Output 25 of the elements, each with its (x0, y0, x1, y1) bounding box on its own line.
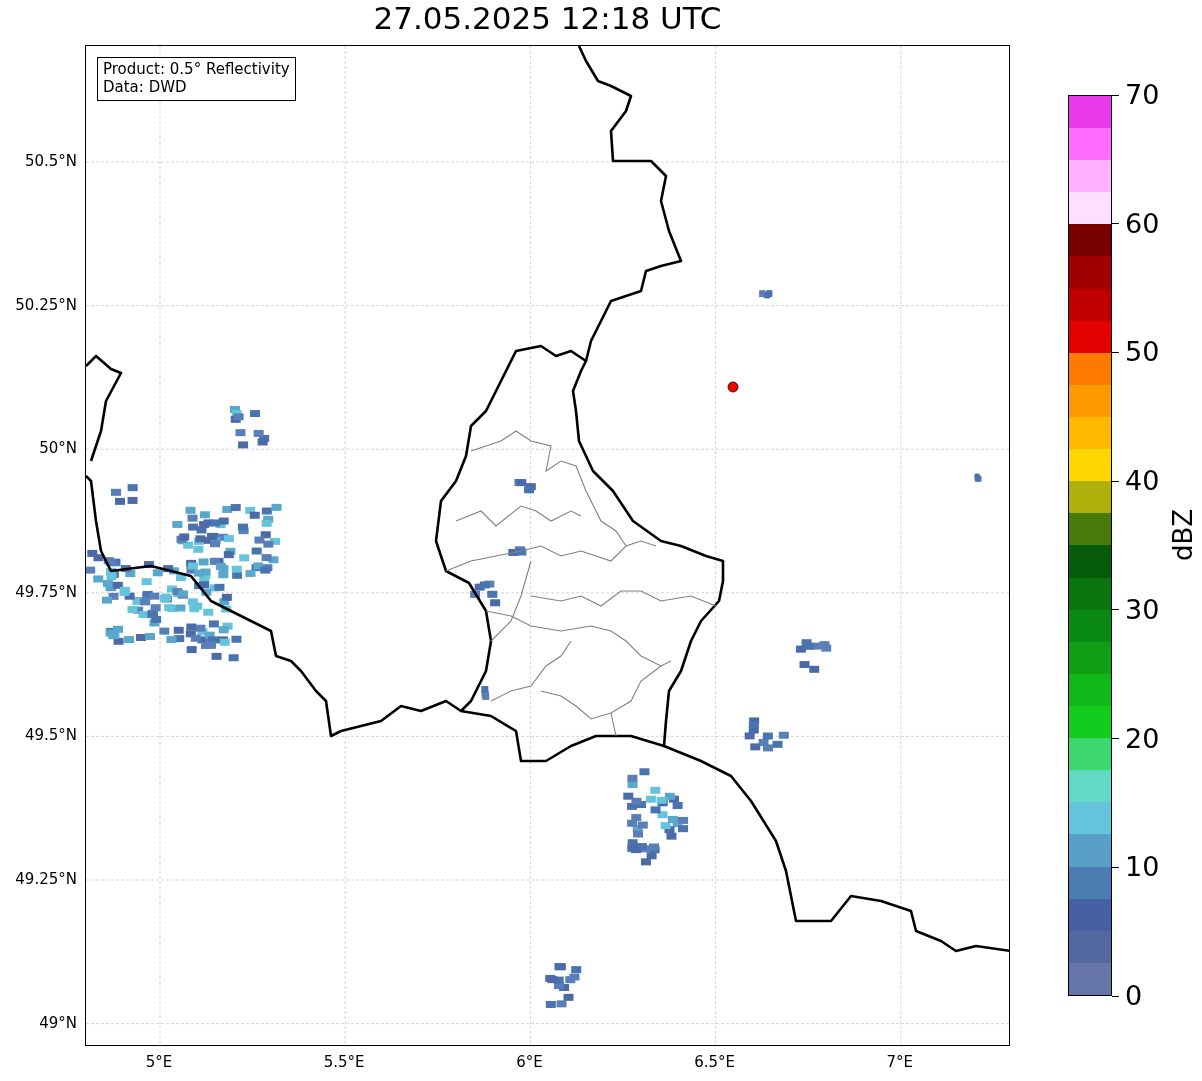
colorbar-tick-label: 10 (1125, 852, 1160, 883)
latitude-label: 50.5°N (24, 152, 77, 170)
longitude-label: 7°E (886, 1053, 914, 1071)
info-text: Data: DWD (103, 78, 188, 96)
latitude-label: 50°N (39, 439, 77, 458)
longitude-label: 5°E (145, 1053, 173, 1071)
colorbar-tick-label: 40 (1125, 466, 1160, 497)
colorbar-tick-label: 50 (1125, 337, 1160, 368)
latitude-label: 49°N (39, 1013, 77, 1032)
latitude-label: 49.5°N (24, 726, 77, 745)
colorbar-tick-label: 30 (1125, 594, 1160, 625)
colorbar-tick-label: 60 (1125, 208, 1160, 239)
info-text: Product: 0.5° Reflectivity (103, 60, 290, 78)
latitude-label: 49.75°N (15, 582, 77, 601)
chart-title: 27.05.2025 12:18 UTC (372, 0, 723, 38)
longitude-label: 6.5°E (694, 1053, 735, 1071)
latitude-label: 50.25°N (15, 295, 77, 314)
colorbar-tick-label: 70 (1125, 80, 1160, 110)
longitude-label: 6°E (516, 1053, 543, 1071)
colorbar-tick-label: 20 (1125, 723, 1160, 754)
colorbar-tick-label: 0 (1125, 981, 1143, 1011)
longitude-label: 5.5°E (323, 1053, 365, 1071)
colorbar-label: dBZ (1167, 511, 1199, 561)
radar-site-marker (727, 381, 739, 393)
latitude-label: 49.25°N (15, 870, 77, 888)
